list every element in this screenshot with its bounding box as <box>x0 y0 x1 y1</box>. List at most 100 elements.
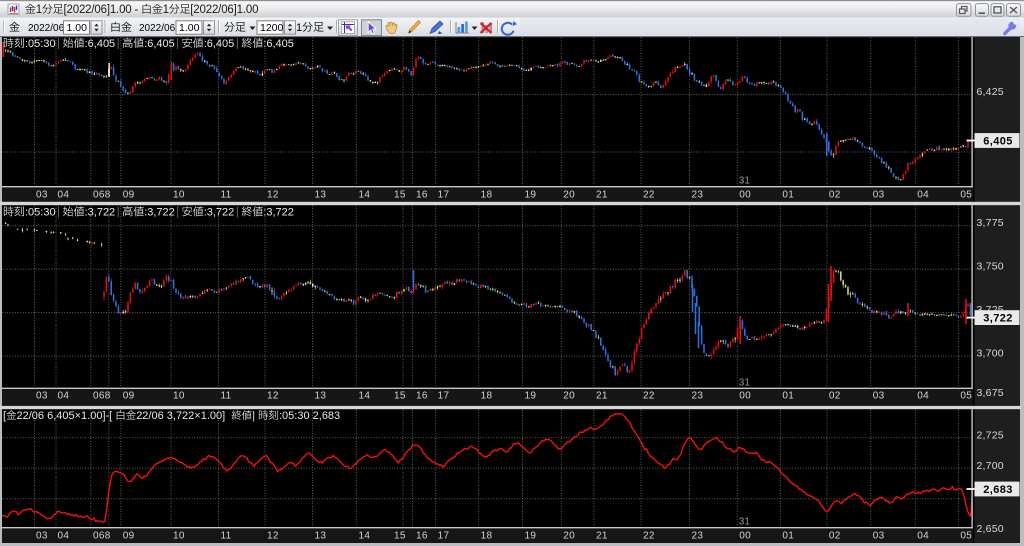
svg-text:04: 04 <box>58 530 70 541</box>
svg-text:16: 16 <box>416 390 428 401</box>
svg-text:22: 22 <box>643 530 655 541</box>
svg-text:20: 20 <box>563 189 575 200</box>
svg-text::05:30: :05:30 <box>25 38 56 50</box>
svg-text:13: 13 <box>315 189 327 200</box>
svg-text:3,700: 3,700 <box>977 348 1004 360</box>
svg-text:068: 068 <box>93 189 111 200</box>
svg-text:01: 01 <box>782 530 794 541</box>
svg-text:03: 03 <box>36 390 48 401</box>
svg-text:2,650: 2,650 <box>977 523 1004 535</box>
svg-text:20: 20 <box>563 390 575 401</box>
svg-text:19: 19 <box>525 390 537 401</box>
svg-text:16: 16 <box>416 530 428 541</box>
svg-text::6,405: :6,405 <box>85 38 116 50</box>
svg-text:6,425: 6,425 <box>977 86 1004 98</box>
svg-text:01: 01 <box>782 189 794 200</box>
svg-text:17: 17 <box>438 189 450 200</box>
svg-text:05: 05 <box>960 390 972 401</box>
svg-text:03: 03 <box>873 390 885 401</box>
svg-text::3,722: :3,722 <box>144 207 175 219</box>
svg-text:1.00: 1.00 <box>179 22 200 34</box>
svg-text:21: 21 <box>596 390 608 401</box>
svg-text:05: 05 <box>960 530 972 541</box>
svg-text:02: 02 <box>829 390 841 401</box>
svg-text:04: 04 <box>917 530 929 541</box>
svg-text:02: 02 <box>829 530 841 541</box>
svg-text:1: 1 <box>36 4 42 16</box>
svg-text:09: 09 <box>123 530 135 541</box>
svg-text:14: 14 <box>359 189 371 200</box>
svg-text:31: 31 <box>739 517 751 528</box>
svg-text:1: 1 <box>163 4 169 16</box>
svg-text:3,750: 3,750 <box>977 261 1004 273</box>
svg-text:18: 18 <box>481 530 493 541</box>
svg-text:15: 15 <box>394 189 406 200</box>
svg-text:18: 18 <box>481 390 493 401</box>
svg-text:2,725: 2,725 <box>977 429 1004 441</box>
svg-text:18: 18 <box>481 189 493 200</box>
svg-text:02: 02 <box>829 189 841 200</box>
svg-text:31: 31 <box>739 378 751 389</box>
svg-text::3,722: :3,722 <box>263 207 294 219</box>
svg-text:05: 05 <box>960 189 972 200</box>
svg-text:22/06 3,722×1.00]: 22/06 3,722×1.00] <box>136 410 225 422</box>
svg-text:31: 31 <box>739 176 751 187</box>
svg-text:04: 04 <box>917 189 929 200</box>
svg-text:17: 17 <box>438 390 450 401</box>
svg-text:10: 10 <box>173 390 185 401</box>
svg-text:1: 1 <box>296 22 302 34</box>
svg-text:12: 12 <box>267 390 279 401</box>
svg-text:15: 15 <box>394 390 406 401</box>
svg-text:[2022/06]1.00 -: [2022/06]1.00 - <box>64 4 139 16</box>
svg-text:21: 21 <box>596 530 608 541</box>
svg-text:2,683: 2,683 <box>983 484 1013 496</box>
svg-text:13: 13 <box>315 530 327 541</box>
svg-text::3,722: :3,722 <box>85 207 116 219</box>
svg-text:10: 10 <box>173 530 185 541</box>
svg-text:23: 23 <box>692 189 704 200</box>
svg-text:14: 14 <box>359 530 371 541</box>
svg-text::6,405: :6,405 <box>144 38 175 50</box>
svg-text:2,700: 2,700 <box>977 460 1004 472</box>
svg-text:[: [ <box>3 410 6 422</box>
svg-text:2022/06: 2022/06 <box>28 23 65 34</box>
svg-text:00: 00 <box>739 189 751 200</box>
svg-text:14: 14 <box>359 390 371 401</box>
svg-text:22: 22 <box>643 390 655 401</box>
svg-text::05:30 2,683: :05:30 2,683 <box>279 410 340 422</box>
svg-text:09: 09 <box>123 390 135 401</box>
svg-text:22: 22 <box>643 189 655 200</box>
svg-text:3,775: 3,775 <box>977 217 1004 229</box>
svg-text:13: 13 <box>315 390 327 401</box>
svg-text:|: | <box>252 410 255 422</box>
svg-text:12: 12 <box>267 530 279 541</box>
svg-text:3,722: 3,722 <box>983 313 1013 325</box>
svg-text:03: 03 <box>36 189 48 200</box>
svg-text:01: 01 <box>782 390 794 401</box>
svg-text:11: 11 <box>221 189 232 200</box>
svg-text:[2022/06]1.00: [2022/06]1.00 <box>190 4 258 16</box>
svg-text:23: 23 <box>692 530 704 541</box>
svg-text:1.00: 1.00 <box>67 22 88 34</box>
svg-text:068: 068 <box>93 390 111 401</box>
svg-text:12: 12 <box>267 189 279 200</box>
svg-text:20: 20 <box>563 530 575 541</box>
svg-text:11: 11 <box>221 390 232 401</box>
svg-text:6,405: 6,405 <box>983 136 1013 148</box>
svg-text::6,405: :6,405 <box>263 38 294 50</box>
svg-text::3,722: :3,722 <box>204 207 235 219</box>
svg-text:068: 068 <box>93 530 111 541</box>
svg-text:16: 16 <box>416 189 428 200</box>
svg-text:1200: 1200 <box>260 22 284 34</box>
svg-text:19: 19 <box>525 189 537 200</box>
svg-text:04: 04 <box>917 390 929 401</box>
svg-text:00: 00 <box>739 530 751 541</box>
svg-text:04: 04 <box>58 390 70 401</box>
svg-text:04: 04 <box>58 189 70 200</box>
svg-text:03: 03 <box>873 530 885 541</box>
svg-text:21: 21 <box>596 189 608 200</box>
svg-text::6,405: :6,405 <box>204 38 235 50</box>
svg-text:17: 17 <box>438 530 450 541</box>
svg-text:19: 19 <box>525 530 537 541</box>
svg-text:10: 10 <box>173 189 185 200</box>
